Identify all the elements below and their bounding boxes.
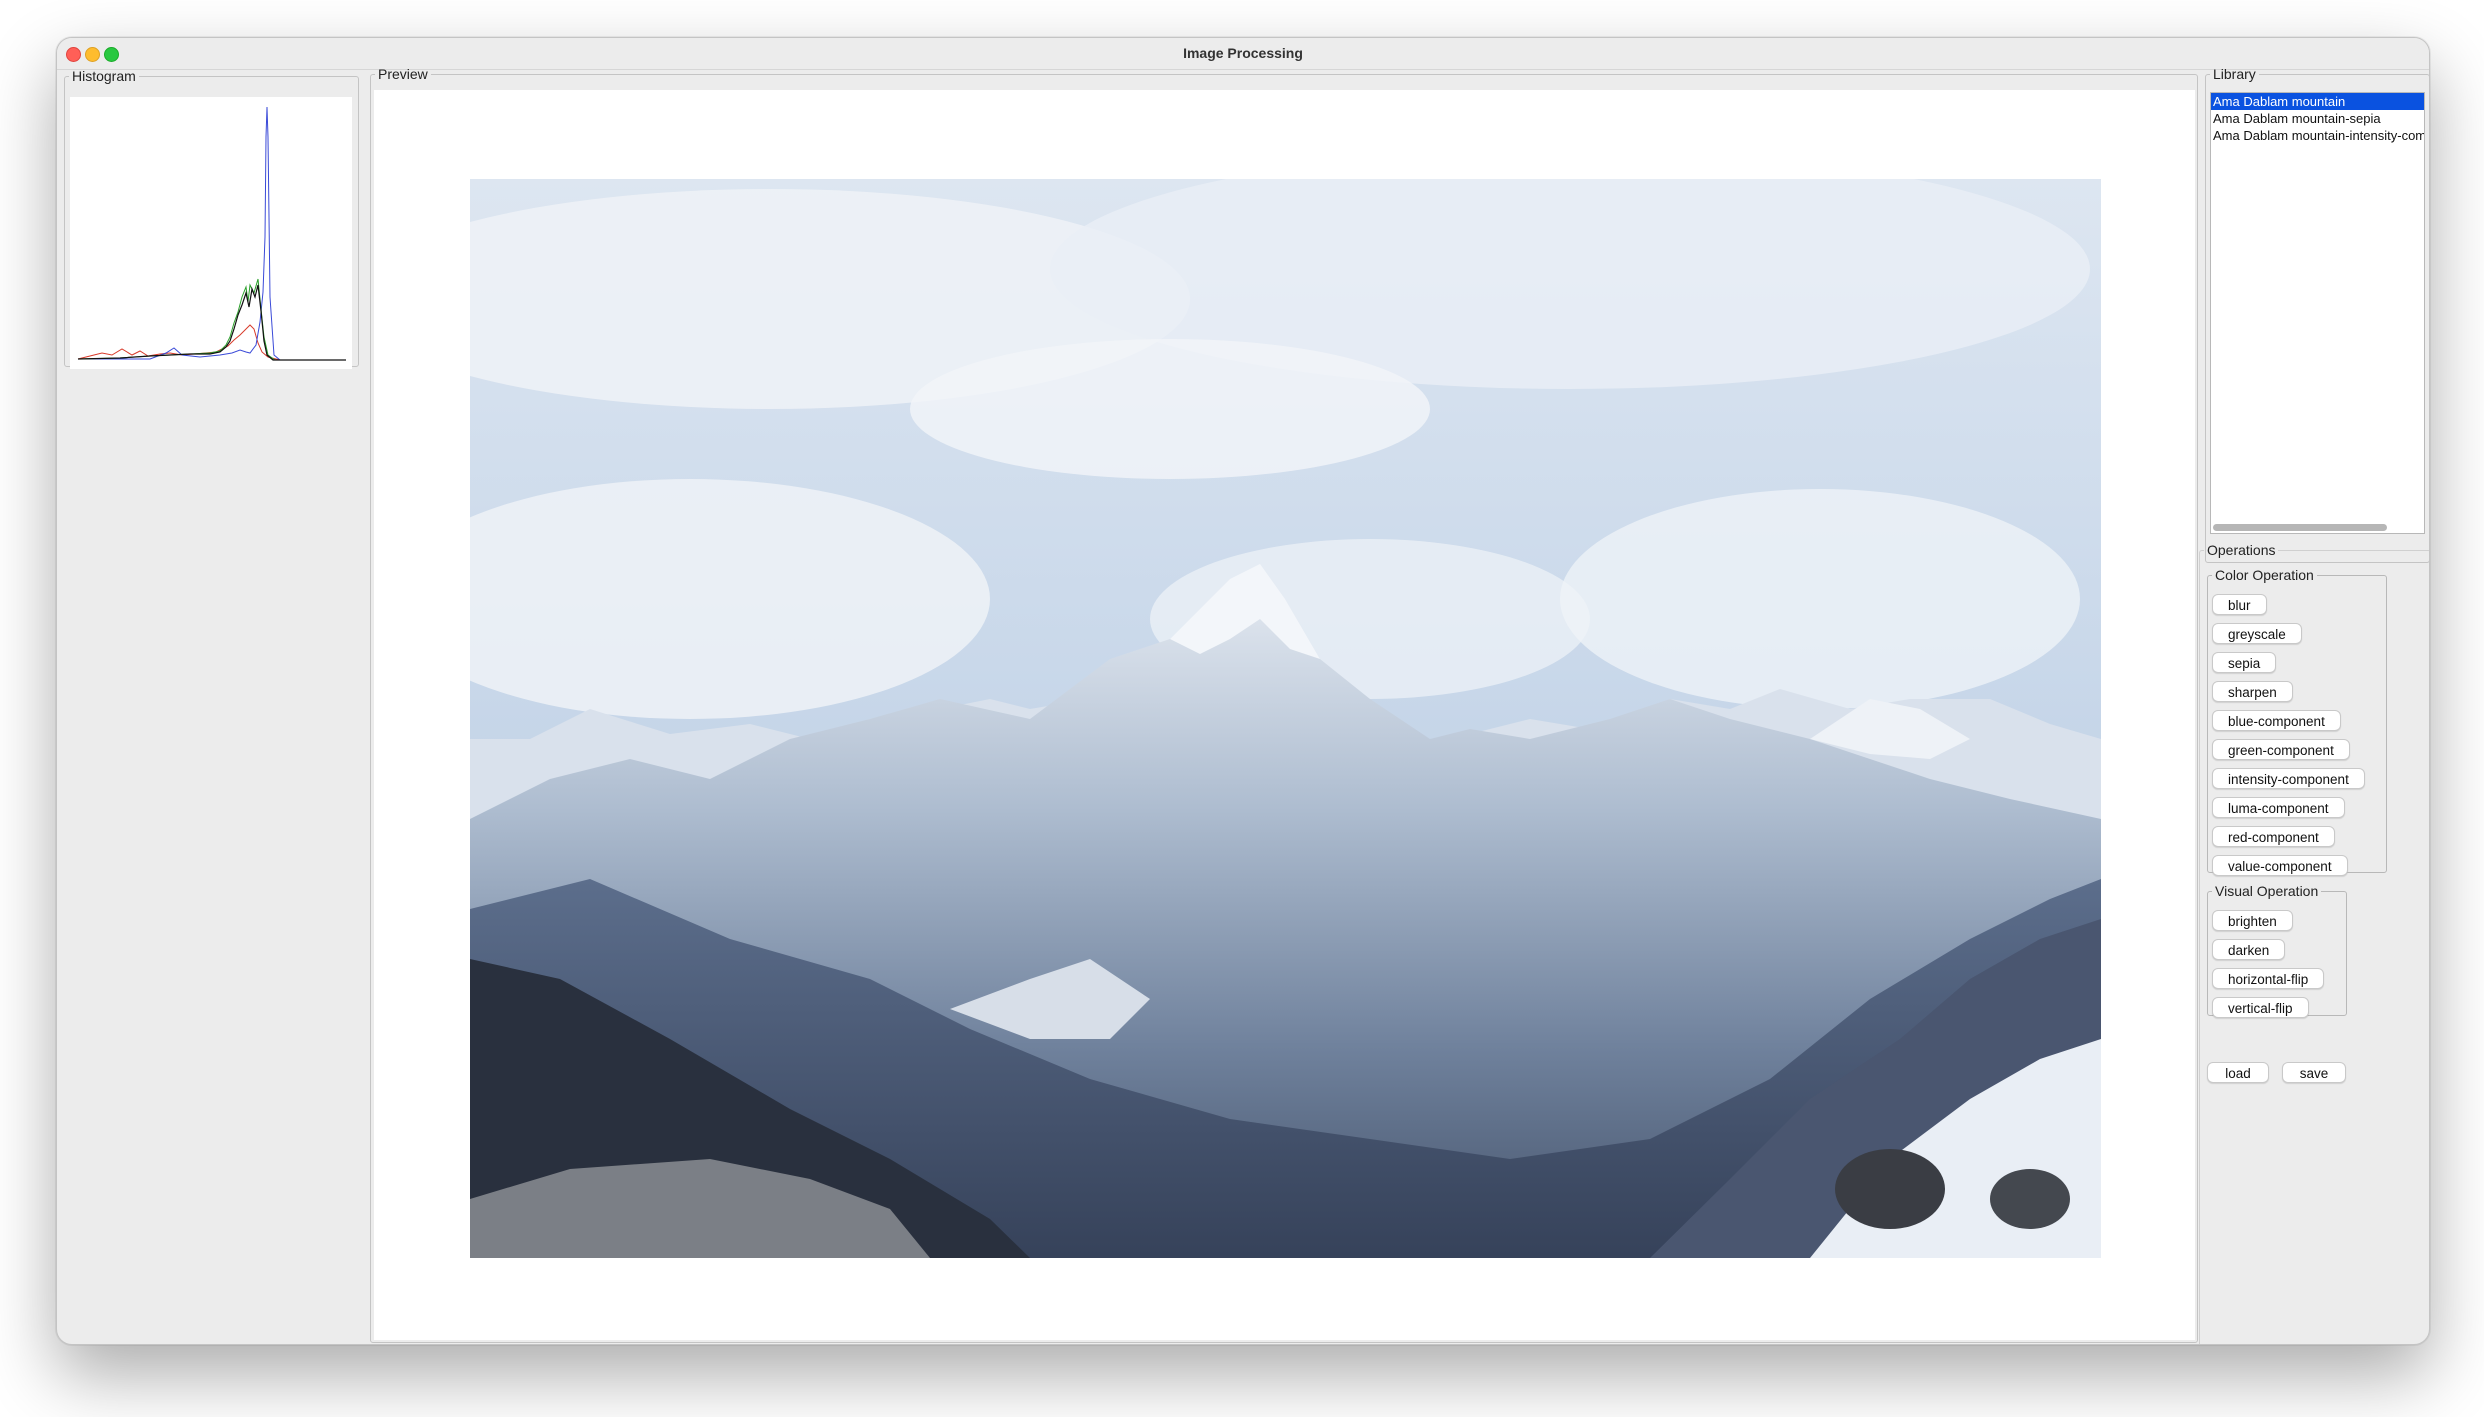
histogram-green-line	[77, 278, 346, 361]
value-component-button[interactable]: value-component	[2212, 855, 2348, 876]
mountain-landscape-image	[470, 179, 2101, 1258]
visual-operation-group: Visual Operation brighten darken horizon…	[2207, 883, 2347, 1018]
histogram-intensity-line	[77, 284, 346, 361]
save-button[interactable]: save	[2282, 1062, 2346, 1083]
histogram-plot	[77, 106, 346, 361]
blue-component-button[interactable]: blue-component	[2212, 710, 2341, 731]
histogram-chart	[70, 97, 352, 369]
histogram-blue-line	[78, 106, 346, 361]
operations-panel: Operations Color Operation blur greyscal…	[2199, 542, 2429, 1344]
preview-canvas[interactable]	[374, 90, 2195, 1340]
intensity-component-button[interactable]: intensity-component	[2212, 768, 2365, 789]
preview-image	[470, 179, 2101, 1258]
blur-button[interactable]: blur	[2212, 594, 2267, 615]
operations-legend: Operations	[2207, 542, 2276, 558]
window-title: Image Processing	[1183, 45, 1303, 61]
red-component-button[interactable]: red-component	[2212, 826, 2335, 847]
app-window: Image Processing Histogram Preview Libra…	[56, 37, 2430, 1345]
histogram-red-line	[77, 324, 346, 361]
darken-button[interactable]: darken	[2212, 939, 2286, 960]
vertical-flip-button[interactable]: vertical-flip	[2212, 997, 2309, 1018]
library-item-ama-dablam-mountain[interactable]: Ama Dablam mountain	[2211, 93, 2424, 110]
horizontal-flip-button[interactable]: horizontal-flip	[2212, 968, 2325, 989]
preview-legend: Preview	[378, 66, 428, 82]
histogram-legend: Histogram	[72, 68, 136, 84]
brighten-button[interactable]: brighten	[2212, 910, 2293, 931]
greyscale-button[interactable]: greyscale	[2212, 623, 2302, 644]
sharpen-button[interactable]: sharpen	[2212, 681, 2293, 702]
sepia-button[interactable]: sepia	[2212, 652, 2277, 673]
library-item-ama-dablam-mountain-intensity[interactable]: Ama Dablam mountain-intensity-component	[2211, 127, 2424, 144]
color-operation-group: Color Operation blur greyscale sepia sha…	[2207, 567, 2387, 876]
green-component-button[interactable]: green-component	[2212, 739, 2350, 760]
preview-panel: Preview	[370, 67, 2198, 1343]
library-item-ama-dablam-mountain-sepia[interactable]: Ama Dablam mountain-sepia	[2211, 110, 2424, 127]
histogram-panel: Histogram	[64, 68, 359, 369]
library-list[interactable]: Ama Dablam mountain Ama Dablam mountain-…	[2210, 92, 2425, 534]
library-legend: Library	[2213, 66, 2256, 82]
color-operation-legend: Color Operation	[2215, 567, 2314, 583]
library-horizontal-scrollbar[interactable]	[2213, 524, 2387, 531]
visual-operation-legend: Visual Operation	[2215, 883, 2319, 899]
load-button[interactable]: load	[2207, 1062, 2269, 1083]
luma-component-button[interactable]: luma-component	[2212, 797, 2345, 818]
library-panel: Library Ama Dablam mountain Ama Dablam m…	[2205, 66, 2429, 563]
